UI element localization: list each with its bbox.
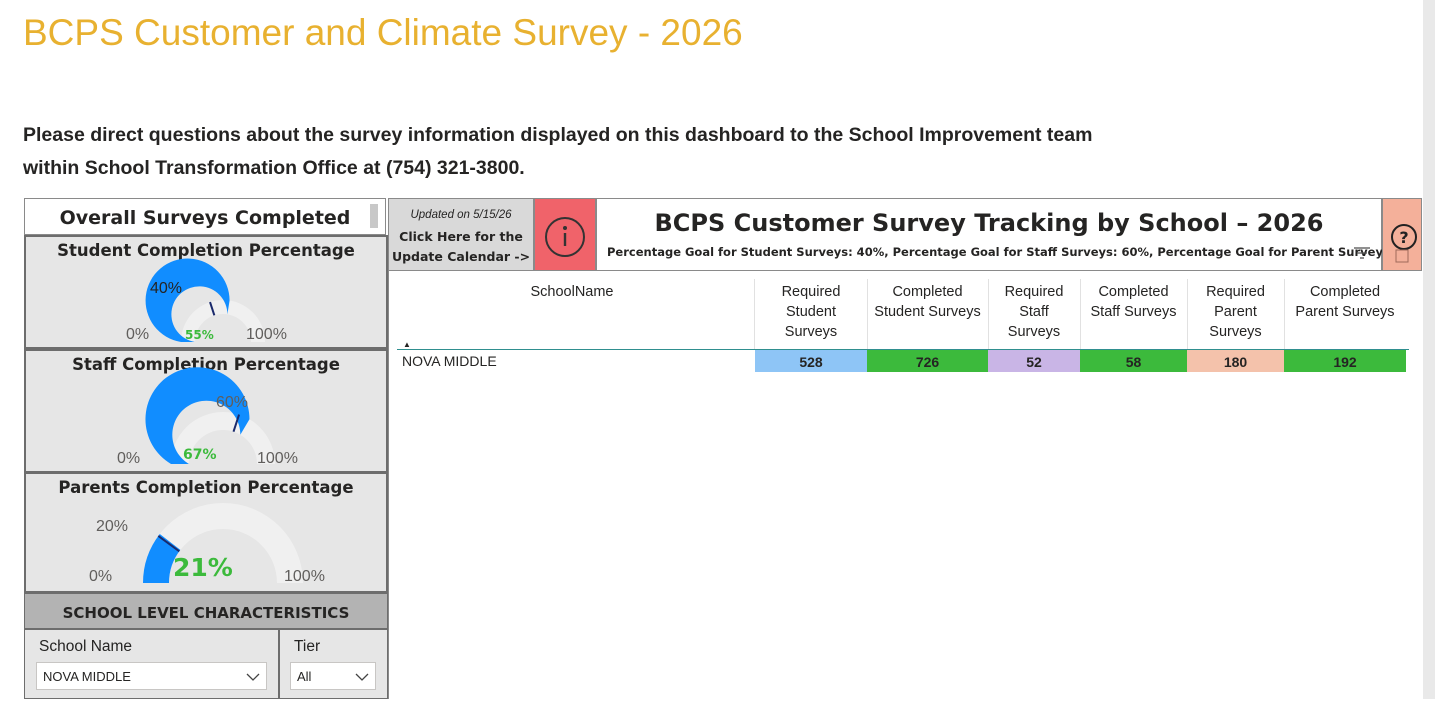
column-header-required-parent[interactable]: Required Parent Surveys xyxy=(1187,282,1284,342)
column-header-label: Completed xyxy=(1309,284,1381,300)
column-header-label: Surveys xyxy=(1007,324,1061,340)
overall-surveys-title: Overall Surveys Completed xyxy=(24,198,386,235)
column-header-label: Required xyxy=(1004,284,1064,300)
student-completion-gauge: Student Completion Percentage 40% 0% 100… xyxy=(24,235,388,349)
updated-date: Updated on 5/15/26 xyxy=(410,209,512,221)
column-header-label: Surveys xyxy=(1209,324,1262,340)
column-header-school-name[interactable]: SchoolName xyxy=(389,282,755,302)
gauge-min-label: 0% xyxy=(89,568,113,585)
school-name-dropdown[interactable]: NOVA MIDDLE xyxy=(36,662,267,690)
gauge-target-label: 20% xyxy=(96,518,129,535)
column-header-required-student[interactable]: Required Student Surveys xyxy=(755,282,867,342)
school-name-value: NOVA MIDDLE xyxy=(43,669,131,684)
update-calendar-button[interactable]: Updated on 5/15/26 Click Here for the Up… xyxy=(388,198,534,271)
info-button[interactable] xyxy=(534,198,596,271)
column-header-label: Staff Surveys xyxy=(1090,304,1177,320)
page-title: BCPS Customer and Climate Survey - 2026 xyxy=(23,12,743,53)
school-name-label: School Name xyxy=(39,638,133,655)
column-header-label: SchoolName xyxy=(530,284,614,300)
cell-completed-staff[interactable]: 58 xyxy=(1080,350,1187,372)
svg-text:?: ? xyxy=(1399,228,1408,247)
column-header-required-staff[interactable]: Required Staff Surveys xyxy=(988,282,1080,342)
survey-tracking-table: SchoolName ▲ Required Student Surveys Co… xyxy=(388,271,1424,699)
tracking-goals: Percentage Goal for Student Surveys: 40%… xyxy=(607,245,1395,259)
column-header-label: Required xyxy=(1206,284,1265,300)
column-header-completed-staff[interactable]: Completed Staff Surveys xyxy=(1080,282,1187,322)
column-header-completed-student[interactable]: Completed Student Surveys xyxy=(867,282,988,322)
contact-note: Please direct questions about the survey… xyxy=(23,119,1092,185)
sort-ascending-icon[interactable]: ▲ xyxy=(403,340,411,349)
tracking-header: BCPS Customer Survey Tracking by School … xyxy=(596,198,1394,271)
gauge-value-label: 67% xyxy=(183,447,217,463)
column-header-label: Parent Surveys xyxy=(1295,304,1395,320)
staff-completion-gauge: Staff Completion Percentage 60% 0% 100% … xyxy=(24,349,388,473)
tier-dropdown[interactable]: All xyxy=(290,662,376,690)
tier-label: Tier xyxy=(294,638,321,655)
help-button[interactable]: ? xyxy=(1382,198,1422,271)
column-header-label: Surveys xyxy=(784,324,838,340)
column-header-label: Completed xyxy=(1098,284,1169,300)
contact-note-line1: Please direct questions about the survey… xyxy=(23,124,1093,146)
gauge-max-label: 100% xyxy=(246,326,287,343)
column-header-label: Parent xyxy=(1214,304,1257,320)
update-calendar-link[interactable]: Click Here for the Update Calendar -> xyxy=(389,227,533,267)
cell-required-staff[interactable]: 52 xyxy=(988,350,1080,372)
school-name-filter: School Name NOVA MIDDLE xyxy=(24,629,279,699)
chevron-down-icon xyxy=(355,663,369,701)
info-circle-icon xyxy=(545,217,585,257)
column-header-label: Student Surveys xyxy=(874,304,981,320)
gauge-min-label: 0% xyxy=(126,326,150,343)
tier-filter: Tier All xyxy=(279,629,388,699)
gauge-target-label: 40% xyxy=(150,280,183,297)
column-header-label: Staff xyxy=(1019,304,1049,320)
question-circle-icon: ? xyxy=(1391,224,1417,263)
gauge-target-label: 60% xyxy=(216,394,249,411)
update-calendar-line1: Click Here for the xyxy=(399,229,523,244)
gauge-value-label: 55% xyxy=(185,328,214,342)
cell-required-parent[interactable]: 180 xyxy=(1187,350,1284,372)
column-header-label: Completed xyxy=(892,284,963,300)
page-scrollbar[interactable] xyxy=(1423,0,1435,699)
tracking-title: BCPS Customer Survey Tracking by School … xyxy=(654,209,1324,237)
overall-scrollbar[interactable] xyxy=(370,204,378,228)
filter-icon[interactable] xyxy=(1353,245,1371,266)
column-header-completed-parent[interactable]: Completed Parent Surveys xyxy=(1284,282,1406,322)
table-row-school-name[interactable]: NOVA MIDDLE xyxy=(402,353,497,369)
school-characteristics-header: SCHOOL LEVEL CHARACTERISTICS xyxy=(24,593,388,629)
parents-completion-gauge: Parents Completion Percentage 20% 0% 100… xyxy=(24,472,388,593)
cell-completed-parent[interactable]: 192 xyxy=(1284,350,1406,372)
column-header-label: Required xyxy=(781,284,841,300)
column-header-label: Student xyxy=(786,304,836,320)
update-calendar-line2: Update Calendar -> xyxy=(391,249,531,264)
cell-required-student[interactable]: 528 xyxy=(755,350,867,372)
gauge-value-label: 21% xyxy=(173,553,233,582)
contact-note-line2: within School Transformation Office at (… xyxy=(23,157,525,179)
gauge-max-label: 100% xyxy=(257,450,298,467)
tier-value: All xyxy=(297,669,312,684)
gauge-max-label: 100% xyxy=(284,568,325,585)
chevron-down-icon xyxy=(246,663,260,701)
gauge-min-label: 0% xyxy=(117,450,141,467)
cell-completed-student[interactable]: 726 xyxy=(867,350,988,372)
